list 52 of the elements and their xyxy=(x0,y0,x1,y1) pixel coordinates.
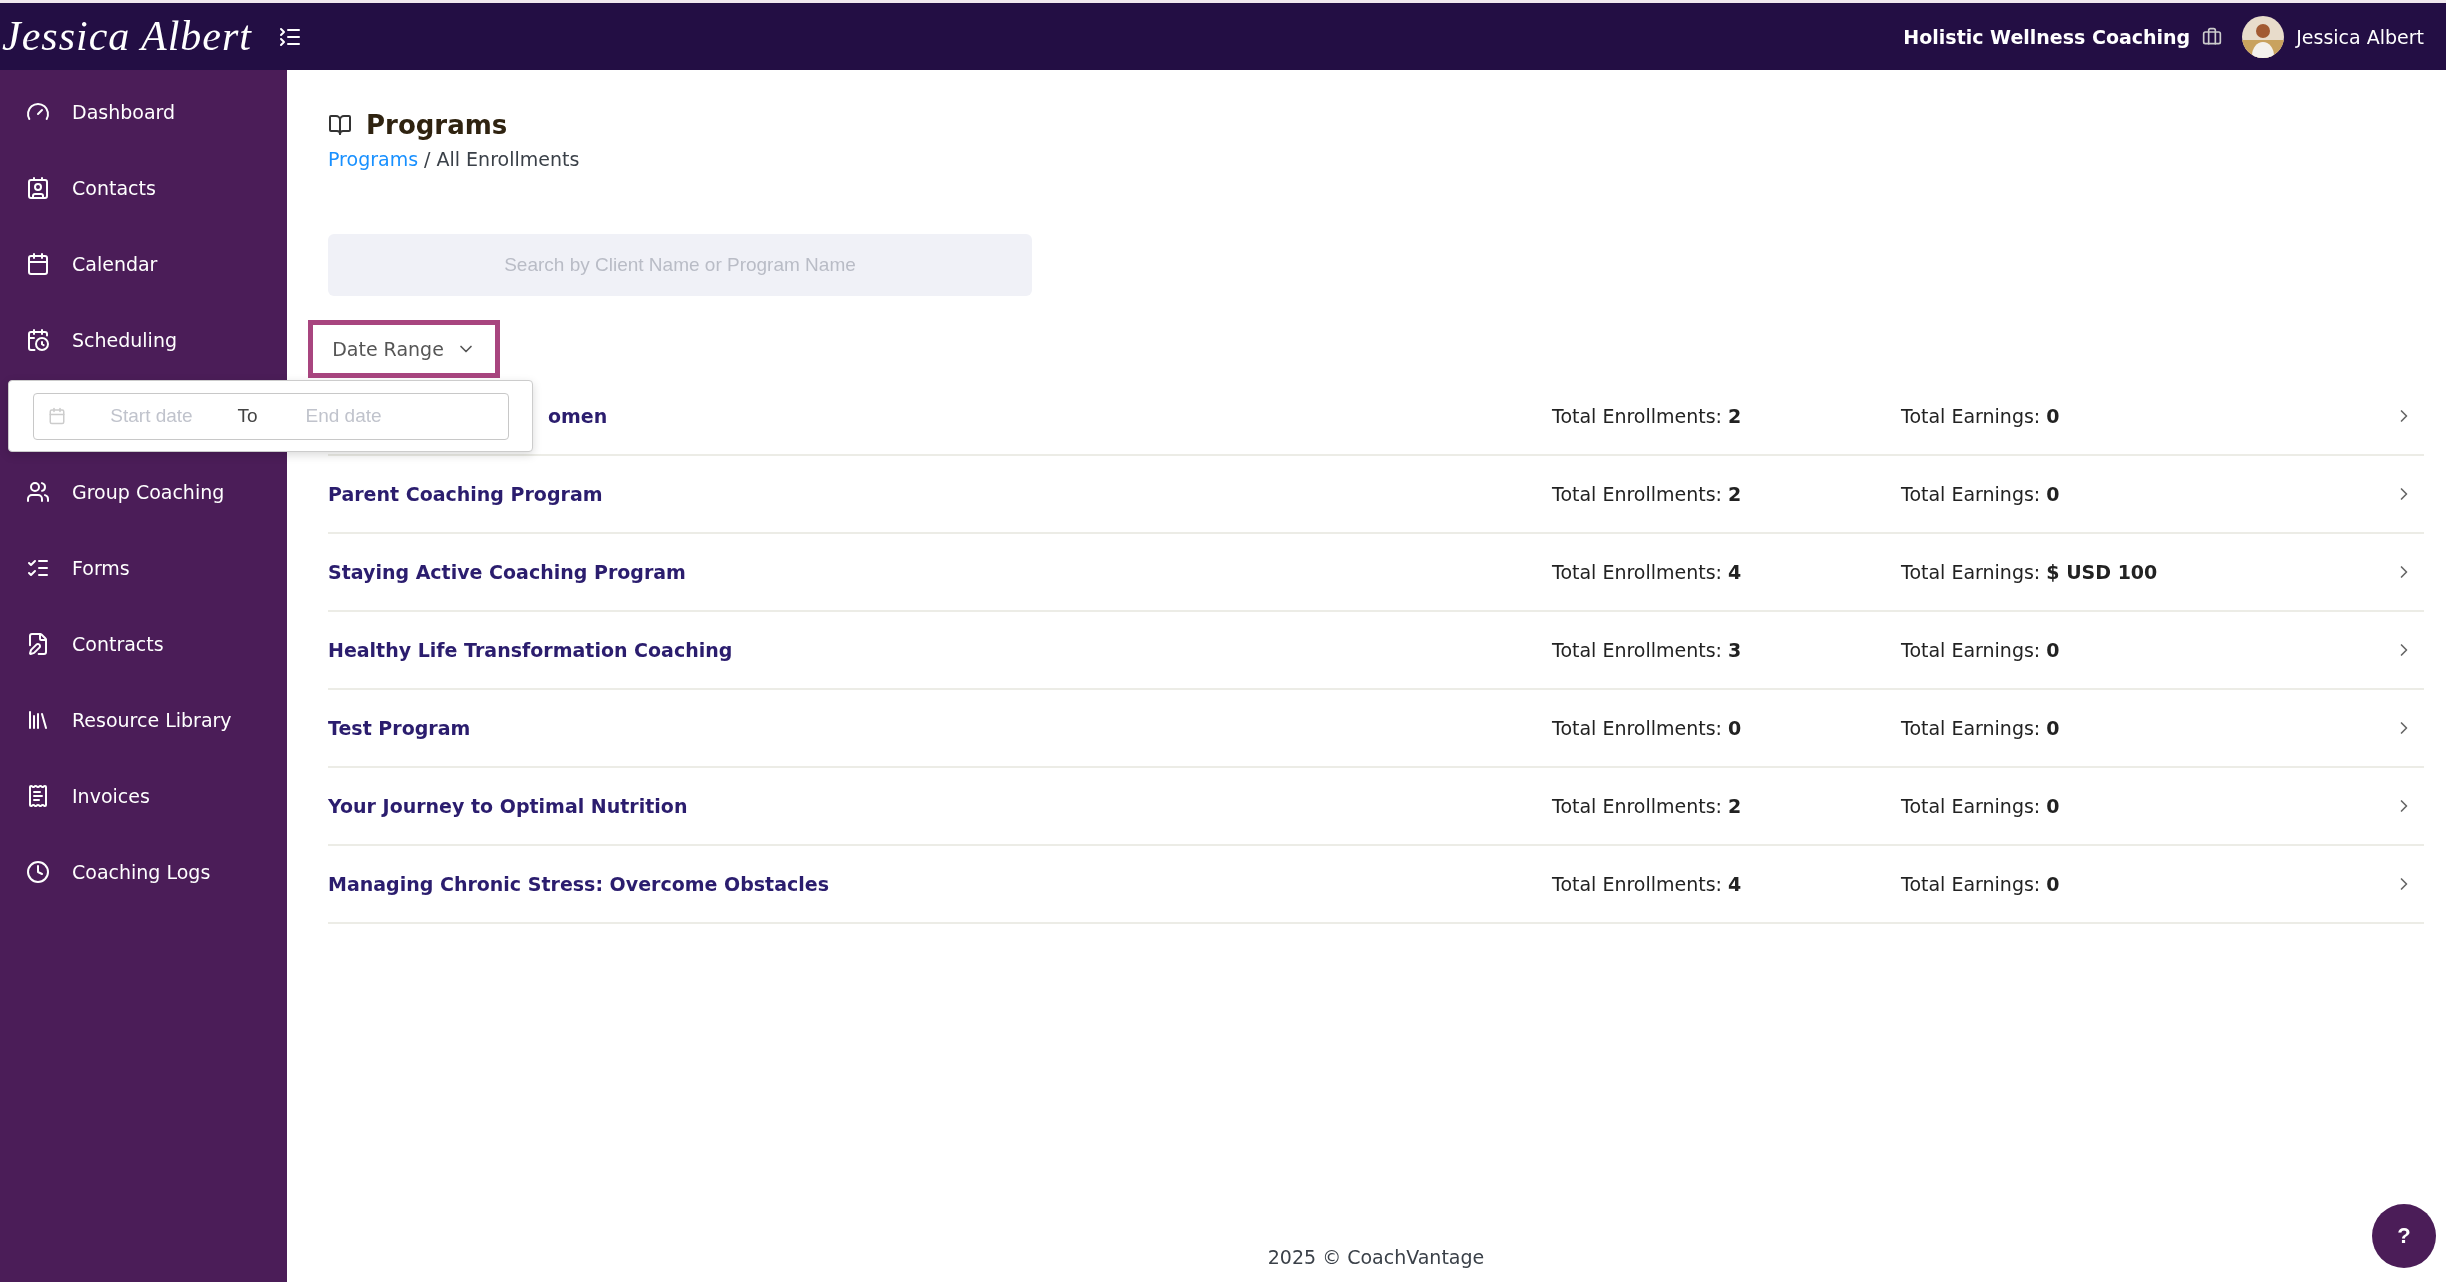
user-name[interactable]: Jessica Albert xyxy=(2296,25,2424,48)
earnings-total: Total Earnings: 0 xyxy=(1901,639,2061,661)
contact-card-icon xyxy=(26,176,50,200)
breadcrumb-separator: / xyxy=(424,148,431,170)
calendar-clock-icon xyxy=(26,328,50,352)
sidebar-item[interactable]: Resource Library xyxy=(0,682,287,758)
sidebar-item[interactable]: Forms xyxy=(0,530,287,606)
sidebar-item[interactable]: Calendar xyxy=(0,226,287,302)
program-name[interactable]: Parent Coaching Program xyxy=(328,483,603,505)
sidebar-item[interactable]: Contracts xyxy=(0,606,287,682)
enrollments-count: Total Enrollments: 2 xyxy=(1552,483,1743,505)
earnings-total: Total Earnings: 0 xyxy=(1901,405,2061,427)
sidebar-item[interactable]: Scheduling xyxy=(0,302,287,378)
calendar-icon xyxy=(26,252,50,276)
earnings-total: Total Earnings: 0 xyxy=(1901,795,2061,817)
people-icon xyxy=(26,480,50,504)
enrollments-count: Total Enrollments: 0 xyxy=(1552,717,1743,739)
enrollments-count: Total Enrollments: 2 xyxy=(1552,795,1743,817)
logo: Jessica Albert xyxy=(1,12,253,62)
pen-document-icon xyxy=(26,632,50,656)
page-title: Programs xyxy=(366,110,508,140)
sidebar-item[interactable]: Dashboard xyxy=(0,74,287,150)
date-range-field[interactable]: Start date To End date xyxy=(32,392,509,440)
earnings-total: Total Earnings: $ USD 100 xyxy=(1901,561,2159,583)
enrollments-count: Total Enrollments: 2 xyxy=(1552,405,1743,427)
program-name[interactable]: Staying Active Coaching Program xyxy=(328,561,686,583)
enrollments-count: Total Enrollments: 3 xyxy=(1552,639,1743,661)
briefcase-icon xyxy=(2202,26,2223,47)
sidebar-item[interactable]: Contacts xyxy=(0,150,287,226)
date-range-dropdown[interactable]: Date Range xyxy=(308,320,500,378)
clock-icon xyxy=(26,860,50,884)
earnings-total: Total Earnings: 0 xyxy=(1901,483,2061,505)
breadcrumb-current: All Enrollments xyxy=(436,148,580,170)
program-name[interactable]: Test Program xyxy=(328,717,471,739)
sidebar-item[interactable]: Group Coaching xyxy=(0,454,287,530)
books-icon xyxy=(26,708,50,732)
program-name[interactable]: Your Journey to Optimal Nutrition xyxy=(328,795,688,817)
earnings-total: Total Earnings: 0 xyxy=(1901,873,2061,895)
book-icon xyxy=(328,113,352,137)
enrollments-count: Total Enrollments: 4 xyxy=(1552,561,1743,583)
help-button[interactable]: ? xyxy=(2372,1204,2436,1268)
sidebar-item[interactable]: Invoices xyxy=(0,758,287,834)
program-name[interactable]: Managing Chronic Stress: Overcome Obstacles xyxy=(328,873,829,895)
earnings-total: Total Earnings: 0 xyxy=(1901,717,2061,739)
program-name[interactable]: Healthy Life Transformation Coaching xyxy=(328,639,733,661)
calendar-icon xyxy=(47,407,66,425)
business-name: Holistic Wellness Coaching xyxy=(1903,25,2191,48)
enrollments-count: Total Enrollments: 4 xyxy=(1552,873,1743,895)
sidebar-item[interactable]: Coaching Logs xyxy=(0,834,287,910)
to-label: To xyxy=(237,405,258,427)
footer-copyright: 2025 © CoachVantage xyxy=(1267,1246,1485,1268)
receipt-icon xyxy=(26,784,50,808)
